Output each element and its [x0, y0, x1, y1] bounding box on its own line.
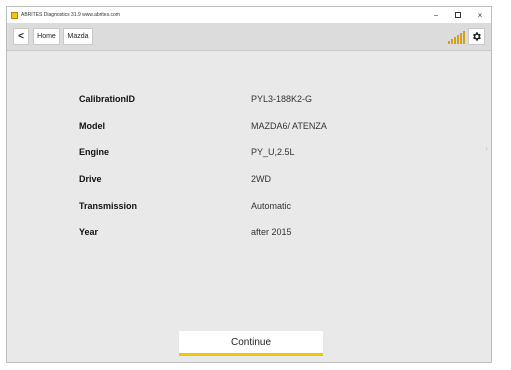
vehicle-info-panel: CalibrationID PYL3-188K2-G Model MAZDA6/…: [7, 51, 491, 362]
info-label: Transmission: [79, 201, 138, 211]
maximize-button[interactable]: [447, 7, 469, 23]
gear-icon: [473, 32, 481, 41]
app-icon: [11, 11, 18, 19]
scroll-indicator-icon: ›: [485, 143, 488, 153]
maximize-icon: [455, 12, 461, 18]
chevron-left-icon: <: [18, 31, 24, 42]
info-row-engine: Engine PY_U,2.5L: [7, 147, 491, 161]
info-row-calibration: CalibrationID PYL3-188K2-G: [7, 94, 491, 108]
info-label: Model: [79, 121, 105, 131]
info-row-model: Model MAZDA6/ ATENZA: [7, 121, 491, 135]
info-label: Year: [79, 227, 99, 237]
close-button[interactable]: ×: [469, 7, 491, 23]
home-button[interactable]: Home: [33, 28, 60, 45]
settings-button[interactable]: [468, 28, 485, 45]
info-value: MAZDA6/ ATENZA: [251, 121, 327, 131]
info-value: PY_U,2.5L: [251, 147, 295, 157]
back-button[interactable]: <: [13, 28, 29, 45]
info-value: after 2015: [251, 227, 292, 237]
toolbar: < Home Mazda: [7, 23, 491, 51]
info-label: Engine: [79, 147, 110, 157]
info-value: Automatic: [251, 201, 292, 211]
signal-strength-icon: [448, 29, 465, 44]
window-title: ABRITES Diagnostics 31.9 www.abrites.com: [21, 12, 120, 18]
info-label: Drive: [79, 174, 102, 184]
info-value: 2WD: [251, 174, 271, 184]
breadcrumb-mazda[interactable]: Mazda: [63, 28, 93, 45]
title-bar: ABRITES Diagnostics 31.9 www.abrites.com…: [7, 7, 491, 23]
info-row-transmission: Transmission Automatic: [7, 201, 491, 215]
minimize-button[interactable]: −: [425, 7, 447, 23]
continue-button[interactable]: Continue: [179, 331, 323, 356]
info-row-year: Year after 2015: [7, 227, 491, 241]
info-label: CalibrationID: [79, 94, 136, 104]
info-value: PYL3-188K2-G: [251, 94, 313, 104]
info-row-drive: Drive 2WD: [7, 174, 491, 188]
app-window: ABRITES Diagnostics 31.9 www.abrites.com…: [6, 6, 492, 363]
